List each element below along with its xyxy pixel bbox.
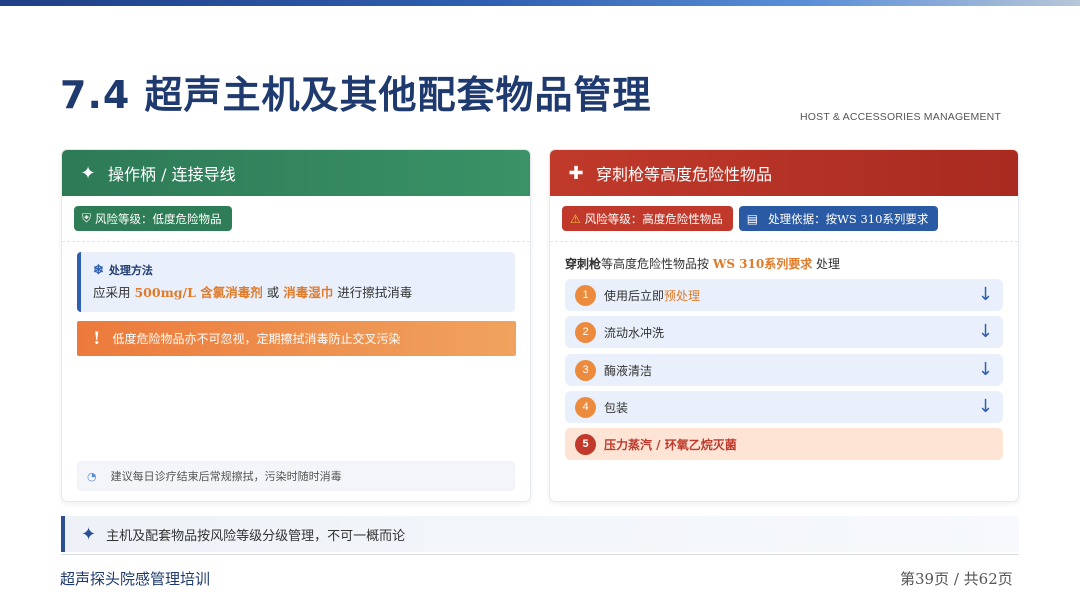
method-label: ❄ 处理方法 [93, 262, 503, 278]
low-risk-card-header: ✦ 操作柄 / 连接导线 [62, 150, 530, 196]
high-risk-card-title: 穿刺枪等高度危险性物品 [596, 165, 773, 184]
clock-icon: ◔ [87, 469, 97, 483]
step-number: 1 [575, 284, 596, 306]
method-label-text: 处理方法 [108, 264, 153, 277]
arrow-down-icon: ↓ [977, 396, 993, 417]
sparkle-icon: ✦ [80, 162, 96, 184]
low-risk-card: ✦ 操作柄 / 连接导线 ⛨ 风险等级：低度危险物品 ❄ 处理方法 应采用 500… [61, 149, 531, 502]
plus-cross-icon: ✚ [568, 162, 584, 184]
step-label: 酶液清洁 [604, 363, 653, 378]
warning-text: 低度危险物品亦不可忽视，定期擦拭消毒防止交叉污染 [112, 332, 401, 346]
document-icon: ▤ [746, 211, 759, 226]
low-risk-card-title: 操作柄 / 连接导线 [108, 165, 236, 184]
high-risk-badge-row: ⚠ 风险等级：高度危险性物品 ▤ 处理依据：按WS 310系列要求 [550, 196, 1018, 242]
high-risk-card: ✚ 穿刺枪等高度危险性物品 ⚠ 风险等级：高度危险性物品 ▤ 处理依据：按WS … [549, 149, 1019, 502]
arrow-down-icon: ↓ [977, 359, 993, 380]
step-number: 5 [575, 433, 596, 455]
procedure-step: 3 酶液清洁 ↓ [565, 354, 1003, 386]
low-risk-badge-row: ⛨ 风险等级：低度危险物品 [62, 196, 530, 242]
method-text-part: 或 [262, 285, 284, 300]
procedure-intro: 穿刺枪等高度危险性物品按 WS 310系列要求 处理 [565, 255, 840, 272]
risk-level-badge-label: 风险等级：低度危险物品 [95, 211, 222, 226]
footer-course-title: 超声探头院感管理培训 [60, 570, 211, 588]
page-subtitle: HOST & ACCESSORIES MANAGEMENT [800, 111, 1002, 123]
procedure-step: 2 流动水冲洗 ↓ [565, 316, 1003, 348]
step-label: 压力蒸汽 / 环氧乙烷灭菌 [604, 437, 737, 452]
warning-triangle-icon: ⚠ [570, 211, 581, 226]
wipes-highlight: 消毒湿巾 [283, 285, 334, 300]
procedure-step: 4 包装 ↓ [565, 391, 1003, 423]
basis-badge: ▤ 处理依据：按WS 310系列要求 [738, 206, 939, 231]
summary-note-text: 主机及配套物品按风险等级分级管理，不可一概而论 [106, 528, 406, 544]
arrow-down-icon: ↓ [977, 321, 993, 342]
step-label-accent: 预处理 [664, 288, 701, 303]
step-number: 2 [575, 321, 596, 343]
step-number: 3 [575, 359, 596, 381]
method-box: ❄ 处理方法 应采用 500mg/L 含氯消毒剂 或 消毒湿巾 进行擦拭消毒 [77, 252, 515, 312]
intro-part: 处理 [812, 257, 841, 271]
snowflake-icon: ❄ [93, 263, 104, 278]
procedure-step: 1 使用后立即 预处理 ↓ [565, 279, 1003, 311]
high-risk-level-badge: ⚠ 风险等级：高度危险性物品 [562, 206, 733, 231]
intro-part: 等高度危险性物品按 [601, 257, 713, 271]
tip-text: 建议每日诊疗结束后常规擦拭，污染时随时消毒 [110, 470, 342, 483]
page-title: 7.4 超声主机及其他配套物品管理 [60, 73, 652, 117]
high-risk-card-header: ✚ 穿刺枪等高度危险性物品 [550, 150, 1018, 196]
top-accent-bar [0, 0, 1080, 6]
step-label: 使用后立即 [604, 288, 665, 303]
sparkle-icon: ✦ [81, 523, 97, 545]
high-risk-level-badge-label: 风险等级：高度危险性物品 [584, 211, 723, 226]
method-text-part: 进行擦拭消毒 [333, 285, 413, 300]
warning-bar: ! 低度危险物品亦不可忽视，定期擦拭消毒防止交叉污染 [77, 321, 516, 356]
disinfectant-highlight: 500mg/L 含氯消毒剂 [134, 285, 263, 300]
step-number: 4 [575, 396, 596, 418]
method-text: 应采用 500mg/L 含氯消毒剂 或 消毒湿巾 进行擦拭消毒 [93, 282, 503, 301]
summary-note: ✦ 主机及配套物品按风险等级分级管理，不可一概而论 [61, 516, 1019, 552]
page-number: 第39页 / 共62页 [900, 570, 1013, 588]
method-text-part: 应采用 [93, 285, 135, 300]
footer-divider [61, 554, 1019, 555]
shield-icon: ⛨ [82, 211, 92, 225]
tip-box: ◔ 建议每日诊疗结束后常规擦拭，污染时随时消毒 [77, 461, 515, 491]
intro-strong: 穿刺枪 [565, 257, 602, 271]
risk-level-badge: ⛨ 风险等级：低度危险物品 [74, 206, 232, 231]
standard-highlight: WS 310系列要求 [712, 257, 813, 271]
procedure-step-final: 5 压力蒸汽 / 环氧乙烷灭菌 [565, 428, 1003, 460]
exclamation-icon: ! [93, 328, 101, 349]
arrow-down-icon: ↓ [977, 284, 993, 305]
step-label: 流动水冲洗 [604, 325, 665, 340]
basis-badge-label: 处理依据：按WS 310系列要求 [768, 211, 929, 226]
step-label: 包装 [604, 400, 629, 415]
